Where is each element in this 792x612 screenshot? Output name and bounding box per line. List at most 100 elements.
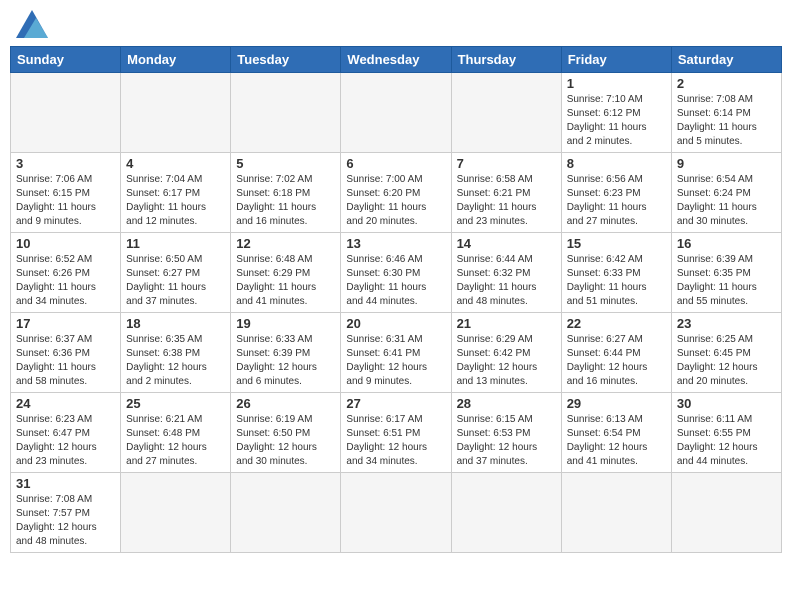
calendar-cell: 20 Sunrise: 6:31 AM Sunset: 6:41 PM Dayli… [341, 313, 451, 393]
calendar-cell [231, 73, 341, 153]
day-info: Sunrise: 7:08 AM Sunset: 7:57 PM Dayligh… [16, 493, 115, 549]
day-info: Sunrise: 6:29 AM Sunset: 6:42 PM Dayligh… [457, 333, 556, 389]
calendar-cell: 8 Sunrise: 6:56 AM Sunset: 6:23 PM Daylig… [561, 153, 671, 233]
day-number: 3 [16, 156, 115, 171]
weekday-header: Tuesday [231, 47, 341, 73]
day-number: 5 [236, 156, 335, 171]
day-number: 10 [16, 236, 115, 251]
page-header [10, 10, 782, 38]
weekday-header: Saturday [671, 47, 781, 73]
day-number: 28 [457, 396, 556, 411]
day-number: 7 [457, 156, 556, 171]
calendar-cell: 22 Sunrise: 6:27 AM Sunset: 6:44 PM Dayli… [561, 313, 671, 393]
day-info: Sunrise: 7:06 AM Sunset: 6:15 PM Dayligh… [16, 173, 115, 229]
day-number: 4 [126, 156, 225, 171]
calendar-cell [451, 73, 561, 153]
day-info: Sunrise: 6:58 AM Sunset: 6:21 PM Dayligh… [457, 173, 556, 229]
calendar-cell: 31 Sunrise: 7:08 AM Sunset: 7:57 PM Dayli… [11, 473, 121, 553]
calendar-cell: 19 Sunrise: 6:33 AM Sunset: 6:39 PM Dayli… [231, 313, 341, 393]
calendar-cell: 30Sunrise: 6:11 AM Sunset: 6:55 PM Dayli… [671, 393, 781, 473]
calendar-cell: 6 Sunrise: 7:00 AM Sunset: 6:20 PM Daylig… [341, 153, 451, 233]
day-number: 22 [567, 316, 666, 331]
day-number: 11 [126, 236, 225, 251]
day-info: Sunrise: 6:35 AM Sunset: 6:38 PM Dayligh… [126, 333, 225, 389]
calendar-cell: 17 Sunrise: 6:37 AM Sunset: 6:36 PM Dayli… [11, 313, 121, 393]
day-number: 9 [677, 156, 776, 171]
calendar-cell [451, 473, 561, 553]
day-info: Sunrise: 6:37 AM Sunset: 6:36 PM Dayligh… [16, 333, 115, 389]
calendar-week-row: 31 Sunrise: 7:08 AM Sunset: 7:57 PM Dayli… [11, 473, 782, 553]
calendar-cell: 15Sunrise: 6:42 AM Sunset: 6:33 PM Dayli… [561, 233, 671, 313]
day-number: 27 [346, 396, 445, 411]
day-number: 25 [126, 396, 225, 411]
calendar-cell: 10 Sunrise: 6:52 AM Sunset: 6:26 PM Dayli… [11, 233, 121, 313]
calendar-cell: 5 Sunrise: 7:02 AM Sunset: 6:18 PM Daylig… [231, 153, 341, 233]
day-info: Sunrise: 7:00 AM Sunset: 6:20 PM Dayligh… [346, 173, 445, 229]
day-info: Sunrise: 6:46 AM Sunset: 6:30 PM Dayligh… [346, 253, 445, 309]
day-info: Sunrise: 6:42 AM Sunset: 6:33 PM Dayligh… [567, 253, 666, 309]
day-info: Sunrise: 7:08 AM Sunset: 6:14 PM Dayligh… [677, 93, 776, 149]
day-info: Sunrise: 6:23 AM Sunset: 6:47 PM Dayligh… [16, 413, 115, 469]
day-number: 2 [677, 76, 776, 91]
weekday-header: Thursday [451, 47, 561, 73]
day-info: Sunrise: 6:52 AM Sunset: 6:26 PM Dayligh… [16, 253, 115, 309]
day-number: 19 [236, 316, 335, 331]
day-number: 13 [346, 236, 445, 251]
day-info: Sunrise: 6:50 AM Sunset: 6:27 PM Dayligh… [126, 253, 225, 309]
day-number: 20 [346, 316, 445, 331]
calendar-week-row: 24 Sunrise: 6:23 AM Sunset: 6:47 PM Dayli… [11, 393, 782, 473]
day-info: Sunrise: 7:10 AM Sunset: 6:12 PM Dayligh… [567, 93, 666, 149]
day-number: 31 [16, 476, 115, 491]
calendar-cell: 9Sunrise: 6:54 AM Sunset: 6:24 PM Daylig… [671, 153, 781, 233]
calendar-cell: 21 Sunrise: 6:29 AM Sunset: 6:42 PM Dayli… [451, 313, 561, 393]
calendar-table: SundayMondayTuesdayWednesdayThursdayFrid… [10, 46, 782, 553]
calendar-cell: 7 Sunrise: 6:58 AM Sunset: 6:21 PM Daylig… [451, 153, 561, 233]
day-info: Sunrise: 6:19 AM Sunset: 6:50 PM Dayligh… [236, 413, 335, 469]
calendar-cell: 24 Sunrise: 6:23 AM Sunset: 6:47 PM Dayli… [11, 393, 121, 473]
calendar-week-row: 10 Sunrise: 6:52 AM Sunset: 6:26 PM Dayli… [11, 233, 782, 313]
day-info: Sunrise: 6:33 AM Sunset: 6:39 PM Dayligh… [236, 333, 335, 389]
day-info: Sunrise: 6:11 AM Sunset: 6:55 PM Dayligh… [677, 413, 776, 469]
day-info: Sunrise: 7:02 AM Sunset: 6:18 PM Dayligh… [236, 173, 335, 229]
day-info: Sunrise: 6:27 AM Sunset: 6:44 PM Dayligh… [567, 333, 666, 389]
calendar-cell: 26Sunrise: 6:19 AM Sunset: 6:50 PM Dayli… [231, 393, 341, 473]
weekday-header: Sunday [11, 47, 121, 73]
day-number: 14 [457, 236, 556, 251]
calendar-cell [341, 473, 451, 553]
calendar-cell [341, 73, 451, 153]
calendar-cell: 3 Sunrise: 7:06 AM Sunset: 6:15 PM Daylig… [11, 153, 121, 233]
calendar-cell: 23Sunrise: 6:25 AM Sunset: 6:45 PM Dayli… [671, 313, 781, 393]
logo-icon [16, 10, 48, 38]
calendar-cell: 1 Sunrise: 7:10 AM Sunset: 6:12 PM Daylig… [561, 73, 671, 153]
calendar-cell [11, 73, 121, 153]
weekday-header: Friday [561, 47, 671, 73]
day-number: 17 [16, 316, 115, 331]
calendar-cell: 29Sunrise: 6:13 AM Sunset: 6:54 PM Dayli… [561, 393, 671, 473]
calendar-cell: 28 Sunrise: 6:15 AM Sunset: 6:53 PM Dayli… [451, 393, 561, 473]
day-info: Sunrise: 6:15 AM Sunset: 6:53 PM Dayligh… [457, 413, 556, 469]
day-number: 21 [457, 316, 556, 331]
day-number: 29 [567, 396, 666, 411]
day-number: 18 [126, 316, 225, 331]
day-info: Sunrise: 7:04 AM Sunset: 6:17 PM Dayligh… [126, 173, 225, 229]
day-number: 1 [567, 76, 666, 91]
day-number: 8 [567, 156, 666, 171]
day-info: Sunrise: 6:44 AM Sunset: 6:32 PM Dayligh… [457, 253, 556, 309]
day-number: 24 [16, 396, 115, 411]
calendar-cell: 25 Sunrise: 6:21 AM Sunset: 6:48 PM Dayli… [121, 393, 231, 473]
day-number: 6 [346, 156, 445, 171]
day-info: Sunrise: 6:39 AM Sunset: 6:35 PM Dayligh… [677, 253, 776, 309]
day-info: Sunrise: 6:21 AM Sunset: 6:48 PM Dayligh… [126, 413, 225, 469]
calendar-cell: 18 Sunrise: 6:35 AM Sunset: 6:38 PM Dayli… [121, 313, 231, 393]
calendar-week-row: 17 Sunrise: 6:37 AM Sunset: 6:36 PM Dayli… [11, 313, 782, 393]
calendar-cell: 4 Sunrise: 7:04 AM Sunset: 6:17 PM Daylig… [121, 153, 231, 233]
day-info: Sunrise: 6:31 AM Sunset: 6:41 PM Dayligh… [346, 333, 445, 389]
day-info: Sunrise: 6:25 AM Sunset: 6:45 PM Dayligh… [677, 333, 776, 389]
calendar-cell: 14 Sunrise: 6:44 AM Sunset: 6:32 PM Dayli… [451, 233, 561, 313]
weekday-header-row: SundayMondayTuesdayWednesdayThursdayFrid… [11, 47, 782, 73]
day-info: Sunrise: 6:56 AM Sunset: 6:23 PM Dayligh… [567, 173, 666, 229]
calendar-cell [121, 473, 231, 553]
calendar-cell: 27Sunrise: 6:17 AM Sunset: 6:51 PM Dayli… [341, 393, 451, 473]
calendar-week-row: 1 Sunrise: 7:10 AM Sunset: 6:12 PM Daylig… [11, 73, 782, 153]
calendar-cell [671, 473, 781, 553]
